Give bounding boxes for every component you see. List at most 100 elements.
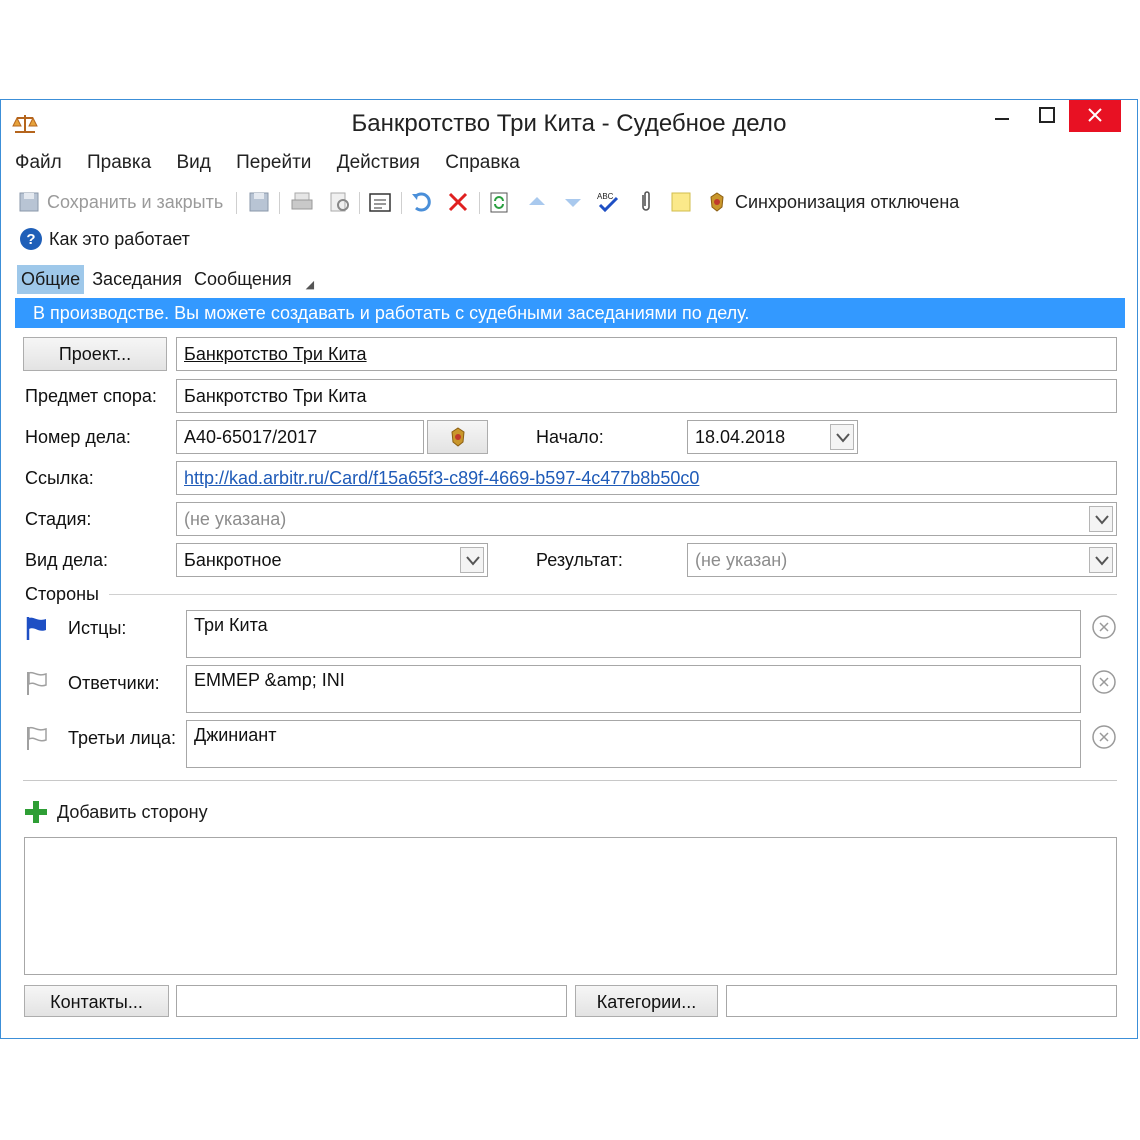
spellcheck-icon: ABC [597, 192, 619, 213]
menu-help[interactable]: Справка [445, 152, 520, 173]
close-button[interactable] [1069, 100, 1121, 132]
down-icon [565, 199, 581, 207]
project-button[interactable]: Проект... [23, 337, 167, 371]
print-button[interactable] [289, 186, 315, 218]
chevron-down-icon [466, 556, 480, 566]
chevron-down-icon [836, 433, 850, 443]
svg-text:ABC: ABC [597, 192, 614, 201]
save-close-button[interactable]: Сохранить и закрыть [17, 186, 223, 218]
up-icon [529, 197, 545, 205]
maximize-button[interactable] [1025, 100, 1069, 132]
toolbar-separator [236, 192, 237, 214]
add-party-button[interactable]: Добавить сторону [23, 798, 208, 826]
save-close-icon [19, 192, 39, 212]
categories-button[interactable]: Категории... [575, 985, 718, 1017]
case-type-dropdown-button[interactable] [460, 547, 484, 573]
case-type-value: Банкротное [184, 550, 282, 570]
tab-messages[interactable]: Сообщения [190, 265, 296, 294]
section-divider [23, 780, 1117, 781]
toolbar-separator [401, 192, 402, 214]
remove-third-parties-icon[interactable] [1091, 724, 1117, 750]
plus-icon [25, 801, 47, 823]
result-dropdown-button[interactable] [1089, 547, 1113, 573]
project-field[interactable]: Банкротство Три Кита [176, 337, 1117, 371]
plaintiffs-field[interactable]: Три Кита [186, 610, 1081, 658]
sync-status[interactable]: Синхронизация отключена [705, 186, 959, 218]
refresh-icon [490, 192, 508, 213]
emblem-icon [710, 192, 724, 212]
contacts-button[interactable]: Контакты... [24, 985, 169, 1017]
menu-actions[interactable]: Действия [337, 152, 420, 173]
link-label: Ссылка: [25, 468, 94, 488]
notes-textarea[interactable] [24, 837, 1117, 975]
third-parties-field[interactable]: Джиниант [186, 720, 1081, 768]
toolbar-separator [359, 192, 360, 214]
refresh-button[interactable] [487, 186, 513, 218]
stage-dropdown-button[interactable] [1089, 506, 1113, 532]
flag-icon [27, 671, 47, 695]
categories-field[interactable] [726, 985, 1117, 1017]
toolbar-separator [479, 192, 480, 214]
undo-icon [412, 192, 431, 212]
toolbar: Сохранить и закрыть ABC Синхронизация от… [17, 186, 1117, 218]
sync-status-label: Синхронизация отключена [735, 191, 960, 212]
menu-go[interactable]: Перейти [236, 152, 311, 173]
stage-label: Стадия: [25, 509, 92, 529]
menu-edit[interactable]: Правка [87, 152, 151, 173]
minimize-icon [995, 118, 1009, 120]
delete-icon [448, 192, 468, 212]
properties-button[interactable] [367, 186, 393, 218]
delete-button[interactable] [445, 186, 471, 218]
svg-text:?: ? [26, 231, 35, 248]
stage-select[interactable]: (не указана) [176, 502, 1117, 536]
save-button[interactable] [247, 186, 271, 218]
tabs-more-icon[interactable]: ◢ [306, 278, 314, 291]
flag-icon [26, 617, 46, 640]
contacts-field[interactable] [176, 985, 567, 1017]
emblem-icon [450, 427, 465, 447]
how-it-works-link[interactable]: ? Как это работает [19, 226, 190, 252]
print-preview-button[interactable] [327, 186, 353, 218]
section-divider [109, 594, 1117, 595]
start-date-label: Начало: [536, 427, 604, 447]
remove-plaintiffs-icon[interactable] [1091, 614, 1117, 640]
maximize-icon [1039, 107, 1055, 123]
minimize-button[interactable] [981, 100, 1025, 132]
status-banner: В производстве. Вы можете создавать и ра… [15, 298, 1125, 328]
window-title: Банкротство Три Кита - Судебное дело [351, 110, 787, 137]
remove-defendants-icon[interactable] [1091, 669, 1117, 695]
flag-icon [27, 726, 47, 750]
spellcheck-button[interactable]: ABC [595, 186, 623, 218]
result-select[interactable]: (не указан) [687, 543, 1117, 577]
title-bar: Банкротство Три Кита - Судебное дело [1, 100, 1137, 146]
defendants-field[interactable]: EMMEP &amp; INI [186, 665, 1081, 713]
court-lookup-button[interactable] [427, 420, 488, 454]
menu-view[interactable]: Вид [176, 152, 210, 173]
attach-icon [642, 191, 650, 211]
print-preview-icon [330, 192, 349, 212]
properties-icon [369, 193, 391, 212]
app-window: Банкротство Три Кита - Судебное дело Фай… [0, 99, 1138, 1039]
link-field[interactable]: http://kad.arbitr.ru/Card/f15a65f3-c89f-… [176, 461, 1117, 495]
result-value: (не указан) [695, 550, 788, 570]
stage-value: (не указана) [184, 509, 287, 529]
note-button[interactable] [669, 186, 693, 218]
add-party-label: Добавить сторону [57, 801, 208, 822]
undo-button[interactable] [409, 186, 435, 218]
menu-file[interactable]: Файл [15, 152, 62, 173]
case-type-select[interactable]: Банкротное [176, 543, 488, 577]
close-icon [1088, 108, 1102, 122]
case-number-field[interactable]: А40-65017/2017 [176, 420, 424, 454]
move-down-button[interactable] [561, 186, 585, 218]
defendants-label: Ответчики: [68, 673, 160, 693]
tab-general[interactable]: Общие [17, 264, 85, 294]
date-dropdown-button[interactable] [830, 424, 854, 450]
tab-bar: Общие Заседания Сообщения ◢ [17, 262, 314, 296]
start-date-value: 18.04.2018 [695, 427, 786, 447]
note-icon [671, 192, 691, 212]
tab-hearings[interactable]: Заседания [88, 265, 186, 294]
start-date-field[interactable]: 18.04.2018 [687, 420, 858, 454]
move-up-button[interactable] [525, 186, 549, 218]
subject-field[interactable]: Банкротство Три Кита [176, 379, 1117, 413]
attach-button[interactable] [635, 186, 657, 218]
